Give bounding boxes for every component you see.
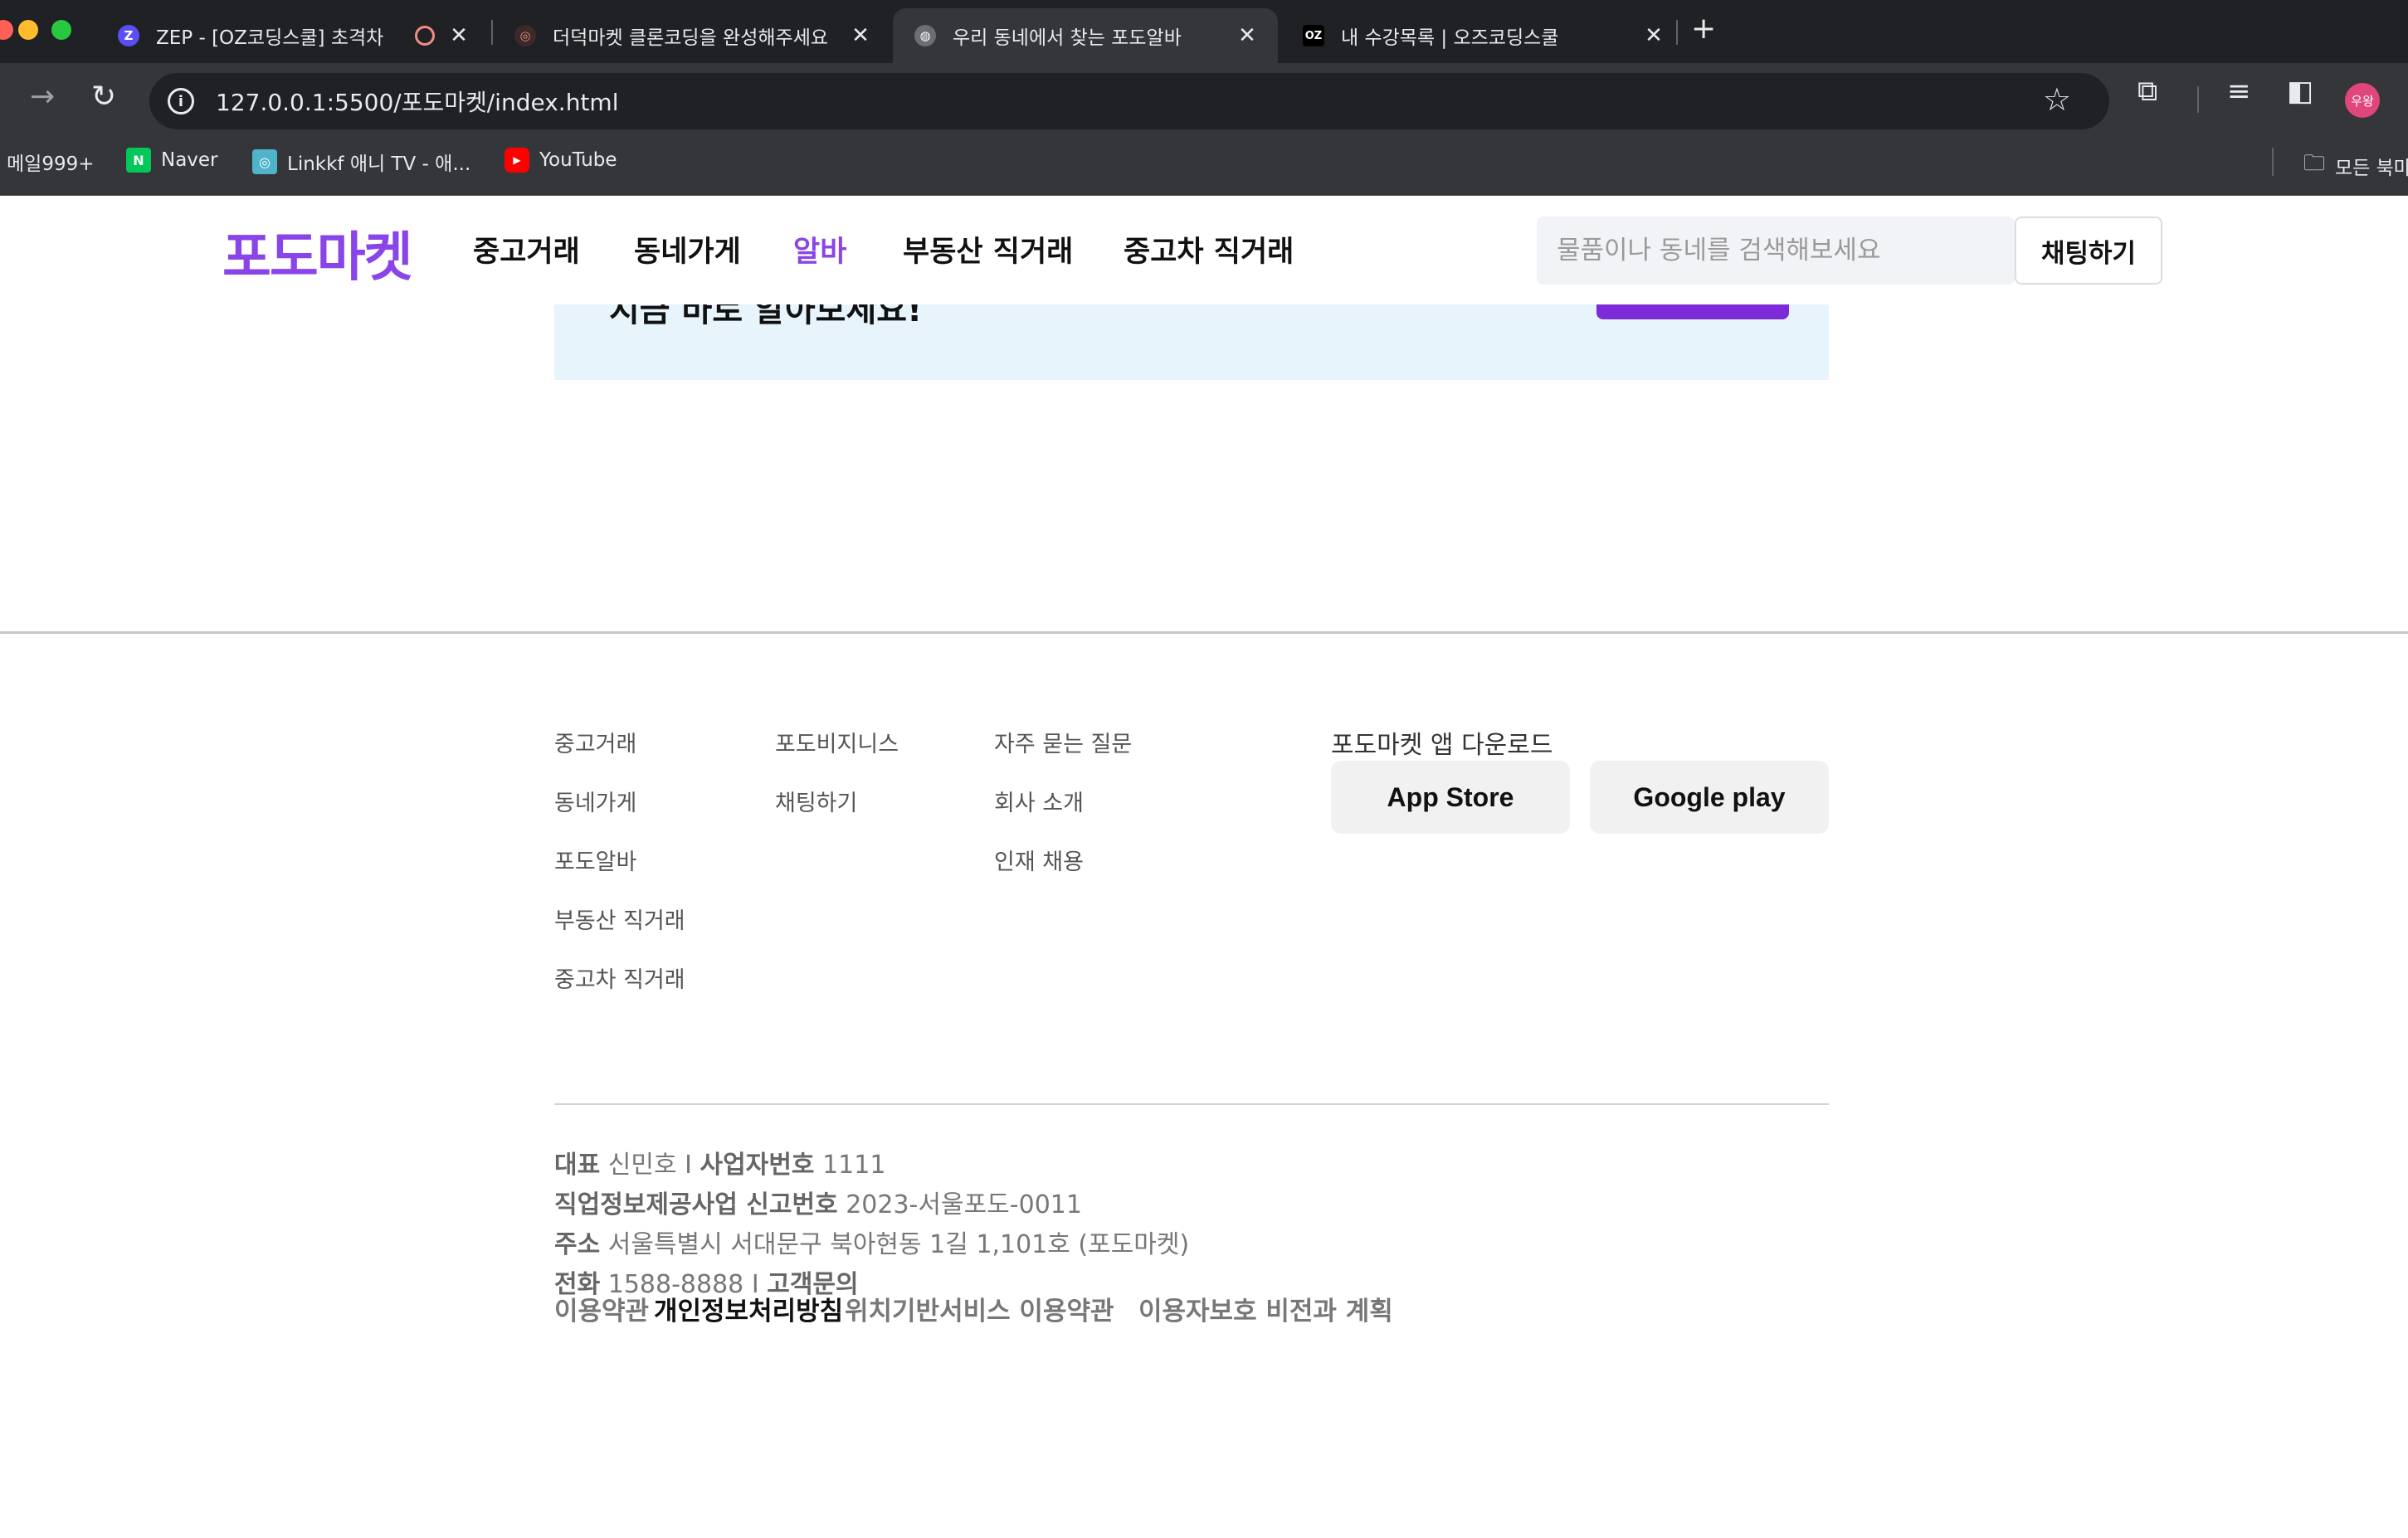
new-tab-icon[interactable]: + (1691, 12, 1716, 46)
oz-icon: OZ (1303, 25, 1324, 46)
folder-icon: 🗀 (2303, 151, 2326, 176)
biz-label: 사업자번호 (699, 1151, 815, 1180)
target-icon: ◎ (514, 25, 536, 46)
company-info-address: 주소 서울특별시 서대문구 북아현동 1길 1,101호 (포도마켓) (554, 1224, 1189, 1260)
browser-tab-zep[interactable]: Z ZEP - [OZ코딩스쿨] 초격차 ✕ (96, 8, 490, 63)
all-bookmarks[interactable]: 🗀 모든 북마 (2303, 148, 2408, 184)
close-icon[interactable]: ✕ (848, 23, 873, 48)
all-bookmarks-label: 모든 북마 (2335, 158, 2408, 179)
footer-link[interactable]: 부동산 직거래 (554, 903, 685, 935)
footer-link[interactable]: 중고거래 (554, 726, 636, 758)
bookmark-naver[interactable]: N Naver (126, 148, 218, 173)
ceo-label: 대표 (554, 1151, 601, 1180)
footer-link[interactable]: 포도비지니스 (775, 726, 899, 758)
media-control-icon[interactable]: ≡ (2227, 75, 2251, 108)
nav-alba[interactable]: 알바 (793, 228, 846, 270)
bookmark-label: Linkkf 애니 TV - 애... (287, 153, 471, 175)
bookmark-mail[interactable]: 메일999+ (7, 148, 95, 176)
browser-tab-bar: Z ZEP - [OZ코딩스쿨] 초격차 ✕ ◎ 더덕마켓 클론코딩을 완성해주… (0, 0, 2408, 63)
policy-location-terms[interactable]: 위치기반서비스 이용약관 (845, 1290, 1114, 1327)
tab-title: 내 수강목록 | 오즈코딩스쿨 (1341, 27, 1559, 49)
forward-icon[interactable]: → (30, 80, 55, 114)
bookmark-youtube[interactable]: ▶ YouTube (505, 148, 617, 173)
globe-icon: ◍ (914, 25, 936, 46)
site-logo[interactable]: 포도마켓 (222, 215, 413, 291)
naver-icon: N (126, 148, 151, 173)
address-label: 주소 (554, 1230, 601, 1259)
toolbar-divider (2197, 86, 2199, 113)
window-close-button[interactable] (0, 20, 13, 40)
window-maximize-button[interactable] (51, 20, 71, 40)
search-input[interactable] (1537, 217, 2015, 285)
bookmarks-divider (2272, 148, 2274, 176)
url-text[interactable]: 127.0.0.1:5500/포도마켓/index.html (216, 85, 618, 118)
company-info-ceo: 대표 신민호 I 사업자번호 1111 (554, 1144, 885, 1180)
address-bar[interactable]: i 127.0.0.1:5500/포도마켓/index.html ☆ (149, 73, 2109, 129)
policy-privacy[interactable]: 개인정보처리방침 (654, 1290, 843, 1327)
bookmark-linkkf[interactable]: ◎ Linkkf 애니 TV - 애... (252, 148, 470, 176)
footer-link[interactable]: 인재 채용 (994, 844, 1084, 876)
company-info-report: 직업정보제공사업 신고번호 2023-서울포도-0011 (554, 1184, 1082, 1220)
footer-link[interactable]: 중고차 직거래 (554, 961, 685, 994)
window-minimize-button[interactable] (18, 20, 38, 40)
zep-icon: Z (118, 25, 139, 46)
tab-title: 우리 동네에서 찾는 포도알바 (953, 27, 1182, 49)
chat-button[interactable]: 채팅하기 (2015, 217, 2162, 285)
close-icon[interactable]: ✕ (1641, 23, 1666, 48)
bookmark-star-icon[interactable]: ☆ (2043, 81, 2071, 118)
side-panel-icon[interactable]: ◧ (2287, 75, 2313, 108)
bookmark-label: YouTube (539, 149, 617, 171)
policy-terms[interactable]: 이용약관 (554, 1290, 649, 1327)
bookmark-label: 메일999+ (7, 153, 95, 175)
ceo-value: 신민호 (607, 1151, 677, 1180)
app-download-title: 포도마켓 앱 다운로드 (1331, 731, 1553, 760)
report-label: 직업정보제공사업 신고번호 (554, 1190, 838, 1219)
biz-value: 1111 (822, 1151, 886, 1180)
profile-avatar[interactable]: 우왕 (2345, 83, 2380, 118)
footer-link[interactable]: 회사 소개 (994, 785, 1084, 817)
nav-real-estate[interactable]: 부동산 직거래 (903, 228, 1073, 270)
site-info-icon[interactable]: i (168, 88, 194, 114)
tab-separator (1676, 20, 1678, 45)
site-header: 포도마켓 중고거래 동네가게 알바 부동산 직거래 중고차 직거래 채팅하기 (0, 197, 2408, 304)
recording-icon (415, 26, 435, 46)
reload-icon[interactable]: ↻ (91, 80, 116, 114)
footer-link[interactable]: 동네가게 (554, 785, 636, 817)
browser-tab-podo-alba[interactable]: ◍ 우리 동네에서 찾는 포도알바 ✕ (893, 8, 1278, 63)
report-value: 2023-서울포도-0011 (846, 1190, 1082, 1219)
youtube-icon: ▶ (505, 148, 529, 173)
bookmarks-bar: 메일999+ N Naver ◎ Linkkf 애니 TV - 애... ▶ Y… (0, 129, 2408, 196)
footer-link[interactable]: 채팅하기 (775, 785, 857, 817)
page-viewport: 지금 바로 알아보세요! 포도마켓 중고거래 동네가게 알바 부동산 직거래 중… (0, 197, 2408, 1538)
footer-link[interactable]: 포도알바 (554, 844, 636, 876)
footer-link[interactable]: 자주 묻는 질문 (994, 726, 1132, 758)
app-store-button[interactable]: App Store (1331, 761, 1570, 834)
bookmark-label: Naver (161, 149, 218, 171)
policy-user-protection[interactable]: 이용자보호 비전과 계획 (1138, 1290, 1393, 1327)
extensions-icon[interactable]: ⧉ (2137, 75, 2157, 108)
close-icon[interactable]: ✕ (446, 23, 471, 48)
tab-title: ZEP - [OZ코딩스쿨] 초격차 (156, 27, 384, 49)
linkkf-icon: ◎ (252, 149, 277, 174)
tab-title: 더덕마켓 클론코딩을 완성해주세요 (553, 27, 829, 49)
info-separator: I (685, 1151, 692, 1180)
browser-tab-duckmarket[interactable]: ◎ 더덕마켓 클론코딩을 완성해주세요 ✕ (493, 8, 891, 63)
close-icon[interactable]: ✕ (1235, 23, 1260, 48)
nav-used-trade[interactable]: 중고거래 (473, 228, 580, 270)
footer-top-divider (0, 631, 2408, 634)
address-value: 서울특별시 서대문구 북아현동 1길 1,101호 (포도마켓) (607, 1230, 1190, 1259)
nav-used-car[interactable]: 중고차 직거래 (1124, 228, 1294, 270)
google-play-button[interactable]: Google play (1590, 761, 1829, 834)
footer-divider (554, 1103, 1829, 1105)
browser-tab-oz[interactable]: OZ 내 수강목록 | 오즈코딩스쿨 ✕ (1281, 8, 1684, 63)
nav-local-store[interactable]: 동네가게 (634, 228, 741, 270)
